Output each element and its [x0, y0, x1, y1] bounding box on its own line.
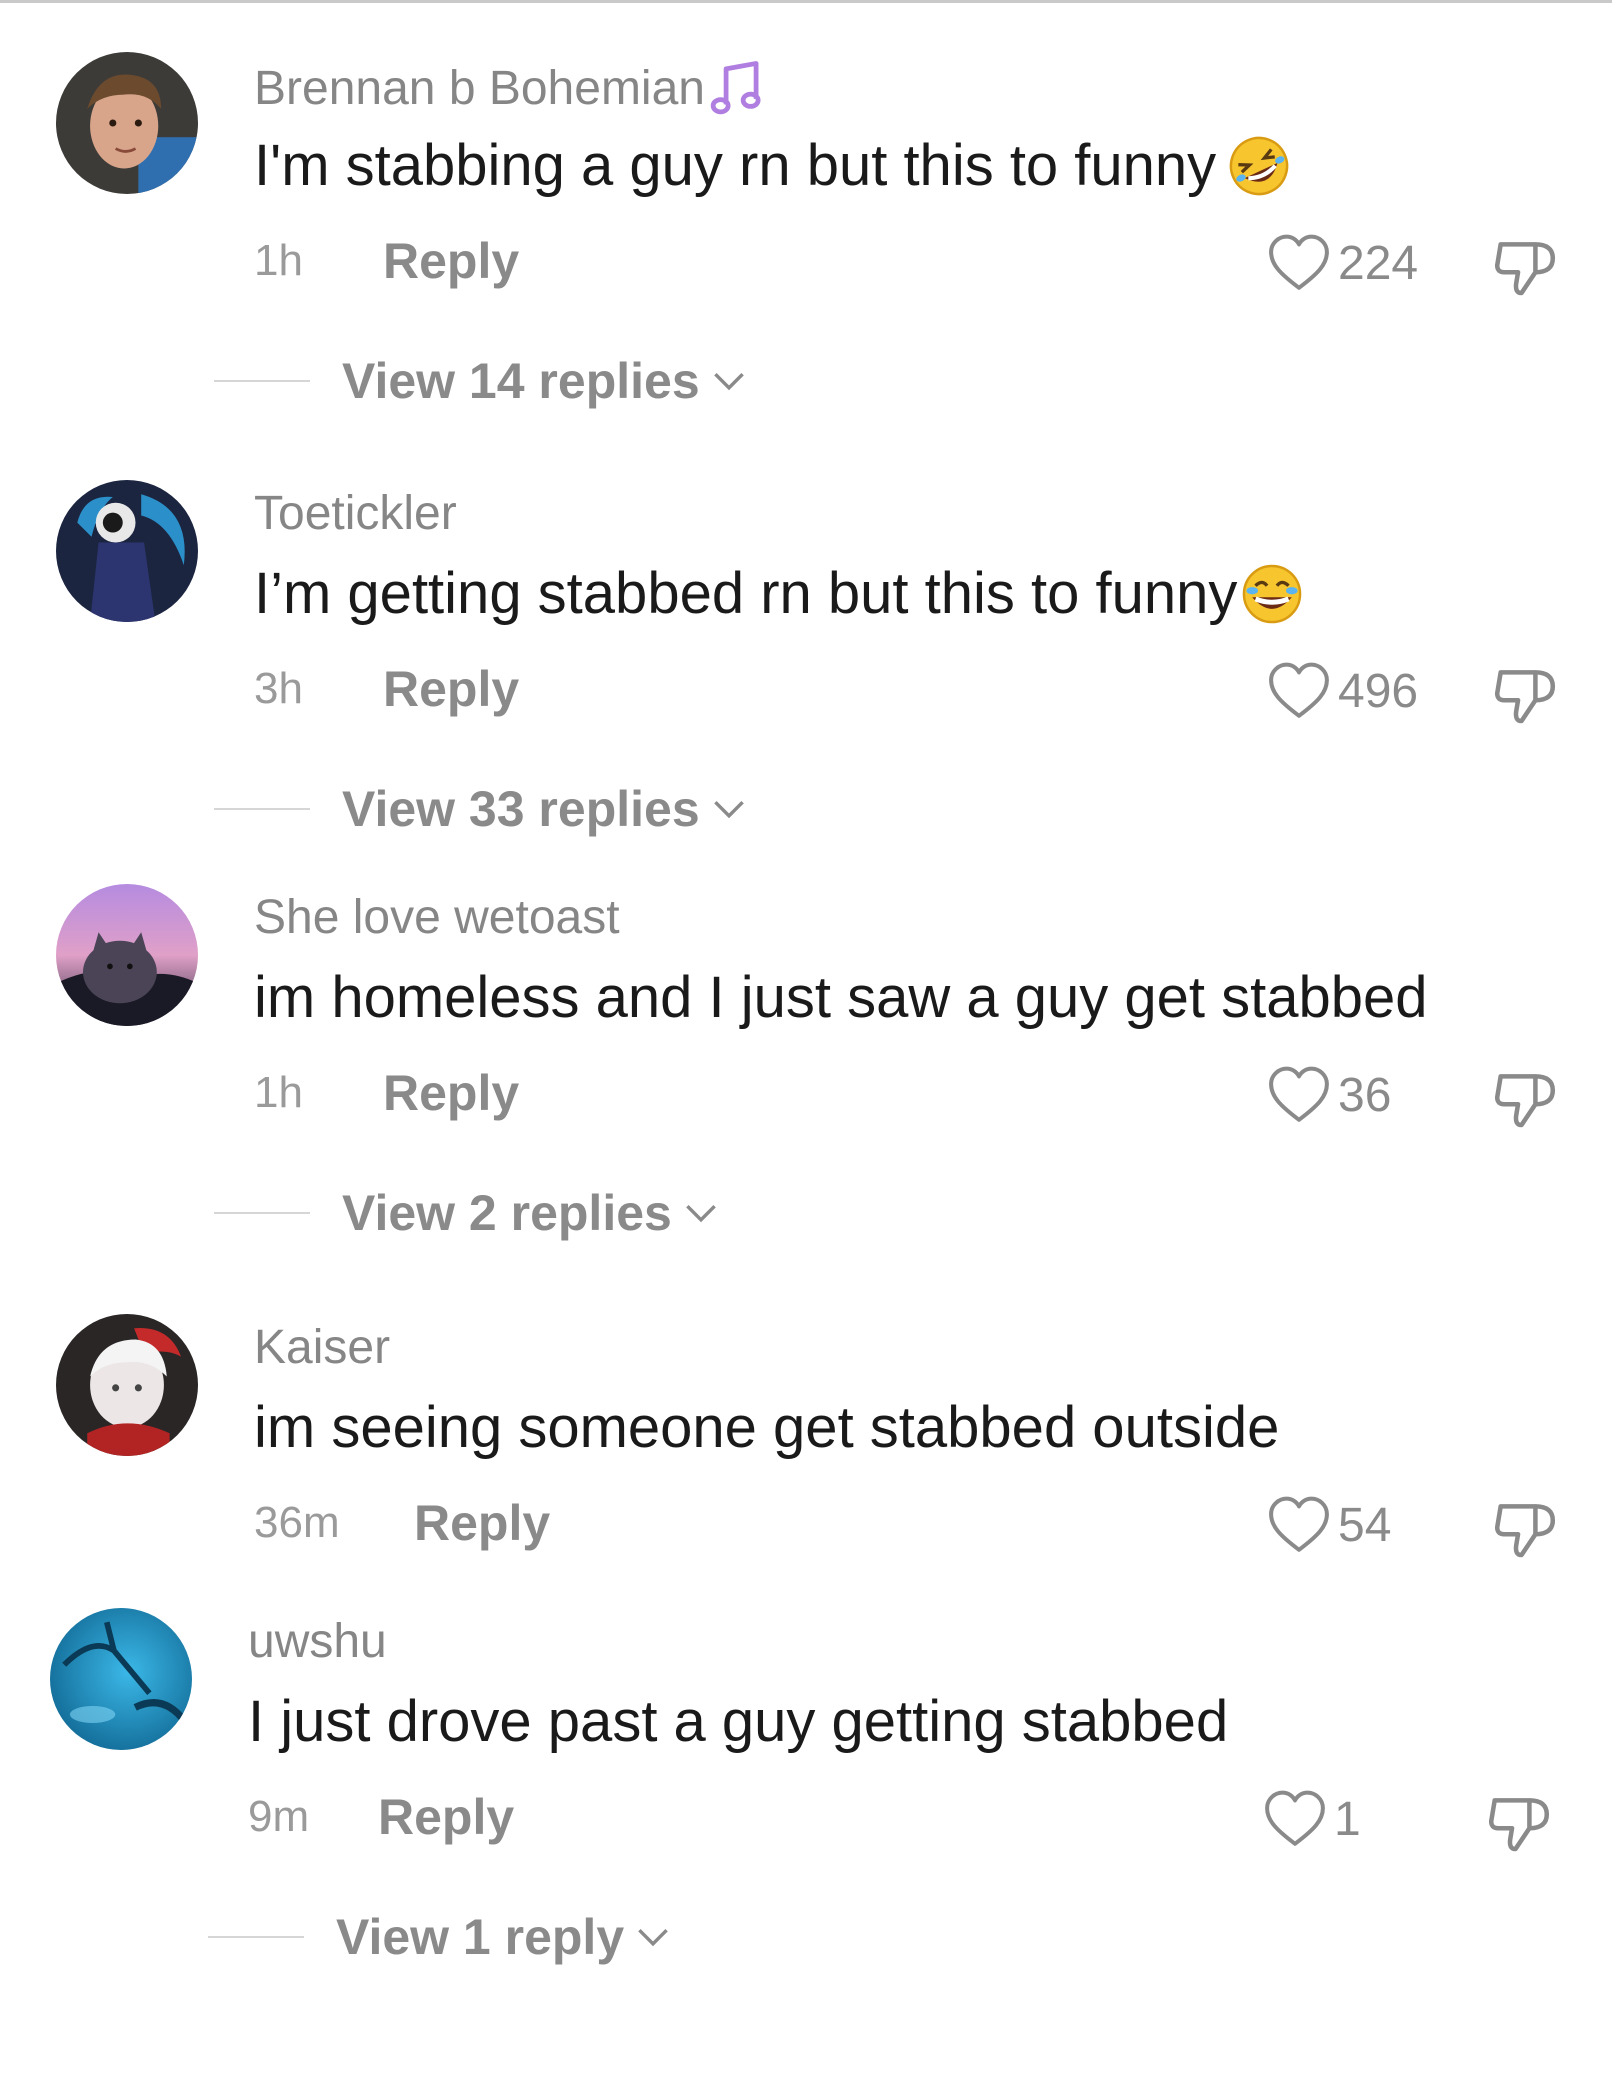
- rolling-laughing-emoji: [1226, 133, 1292, 199]
- thumbs-down-icon: [1488, 1798, 1550, 1852]
- reply-button[interactable]: Reply: [383, 232, 519, 290]
- comment-username[interactable]: Kaiser: [254, 1320, 390, 1375]
- heart-icon: [1268, 1065, 1330, 1125]
- reply-button[interactable]: Reply: [378, 1788, 514, 1846]
- view-replies-button[interactable]: View 33 replies: [214, 780, 746, 838]
- avatar[interactable]: [56, 480, 198, 622]
- like-count: 36: [1338, 1068, 1392, 1122]
- comment-item: Toetickler I’m getting stabbed rn but th…: [0, 480, 1612, 837]
- replies-divider: [214, 1212, 310, 1214]
- view-replies-button[interactable]: View 14 replies: [214, 352, 746, 410]
- top-divider: [0, 0, 1612, 3]
- like-count: 54: [1338, 1498, 1392, 1552]
- chevron-down-icon: [712, 798, 746, 820]
- comment-item: She love wetoast im homeless and I just …: [0, 884, 1612, 1241]
- like-count: 224: [1338, 236, 1419, 290]
- comment-text: im homeless and I just saw a guy get sta…: [254, 965, 1428, 1030]
- dislike-button[interactable]: [1490, 234, 1560, 300]
- chevron-down-icon: [712, 370, 746, 392]
- comment-item: Brennan b Bohemian I'm stabbing a guy rn…: [0, 52, 1612, 409]
- thumbs-down-icon: [1494, 1504, 1556, 1558]
- view-replies-button[interactable]: View 1 reply: [208, 1908, 670, 1966]
- comment-username[interactable]: She love wetoast: [254, 890, 620, 945]
- reply-button[interactable]: Reply: [383, 1064, 519, 1122]
- heart-icon: [1264, 1789, 1326, 1849]
- comment-text: I’m getting stabbed rn but this to funny: [254, 560, 1305, 627]
- comment-time: 9m: [248, 1792, 310, 1841]
- comment-time: 1h: [254, 236, 303, 285]
- thumbs-down-icon: [1494, 670, 1556, 724]
- dislike-button[interactable]: [1490, 1496, 1560, 1562]
- avatar[interactable]: [56, 1314, 198, 1456]
- heart-icon: [1268, 661, 1330, 721]
- like-button[interactable]: 54: [1268, 1492, 1391, 1558]
- like-count: 496: [1338, 664, 1419, 718]
- replies-divider: [208, 1936, 304, 1938]
- comment-username[interactable]: uwshu: [248, 1614, 387, 1669]
- reply-button[interactable]: Reply: [383, 660, 519, 718]
- view-replies-button[interactable]: View 2 replies: [214, 1184, 718, 1242]
- comment-time: 36m: [254, 1498, 340, 1547]
- chevron-down-icon: [684, 1202, 718, 1224]
- like-count: 1: [1334, 1792, 1361, 1846]
- avatar[interactable]: [56, 52, 198, 194]
- comment-text: I'm stabbing a guy rn but this to funny: [254, 132, 1292, 199]
- heart-icon: [1268, 1495, 1330, 1555]
- comment-item: Kaiser im seeing someone get stabbed out…: [0, 1314, 1612, 1614]
- dislike-button[interactable]: [1484, 1790, 1554, 1856]
- music-note-icon: [709, 58, 765, 118]
- like-button[interactable]: 496: [1268, 658, 1418, 724]
- thumbs-down-icon: [1494, 1074, 1556, 1128]
- replies-divider: [214, 380, 310, 382]
- avatar[interactable]: [56, 884, 198, 1026]
- thumbs-down-icon: [1494, 242, 1556, 296]
- reply-button[interactable]: Reply: [414, 1494, 550, 1552]
- comment-time: 1h: [254, 1068, 303, 1117]
- dislike-button[interactable]: [1490, 1066, 1560, 1132]
- grinning-sweat-emoji: [1239, 561, 1305, 627]
- comment-text: im seeing someone get stabbed outside: [254, 1395, 1280, 1460]
- dislike-button[interactable]: [1490, 662, 1560, 728]
- like-button[interactable]: 1: [1264, 1786, 1361, 1852]
- heart-icon: [1268, 233, 1330, 293]
- comment-text: I just drove past a guy getting stabbed: [248, 1689, 1229, 1754]
- avatar[interactable]: [50, 1608, 192, 1750]
- comment-item: uwshu I just drove past a guy getting st…: [0, 1608, 1612, 1965]
- replies-divider: [214, 808, 310, 810]
- chevron-down-icon: [636, 1926, 670, 1948]
- comment-username[interactable]: Toetickler: [254, 486, 457, 541]
- comment-username[interactable]: Brennan b Bohemian: [254, 58, 765, 118]
- like-button[interactable]: 224: [1268, 230, 1418, 296]
- comment-time: 3h: [254, 664, 303, 713]
- like-button[interactable]: 36: [1268, 1062, 1391, 1128]
